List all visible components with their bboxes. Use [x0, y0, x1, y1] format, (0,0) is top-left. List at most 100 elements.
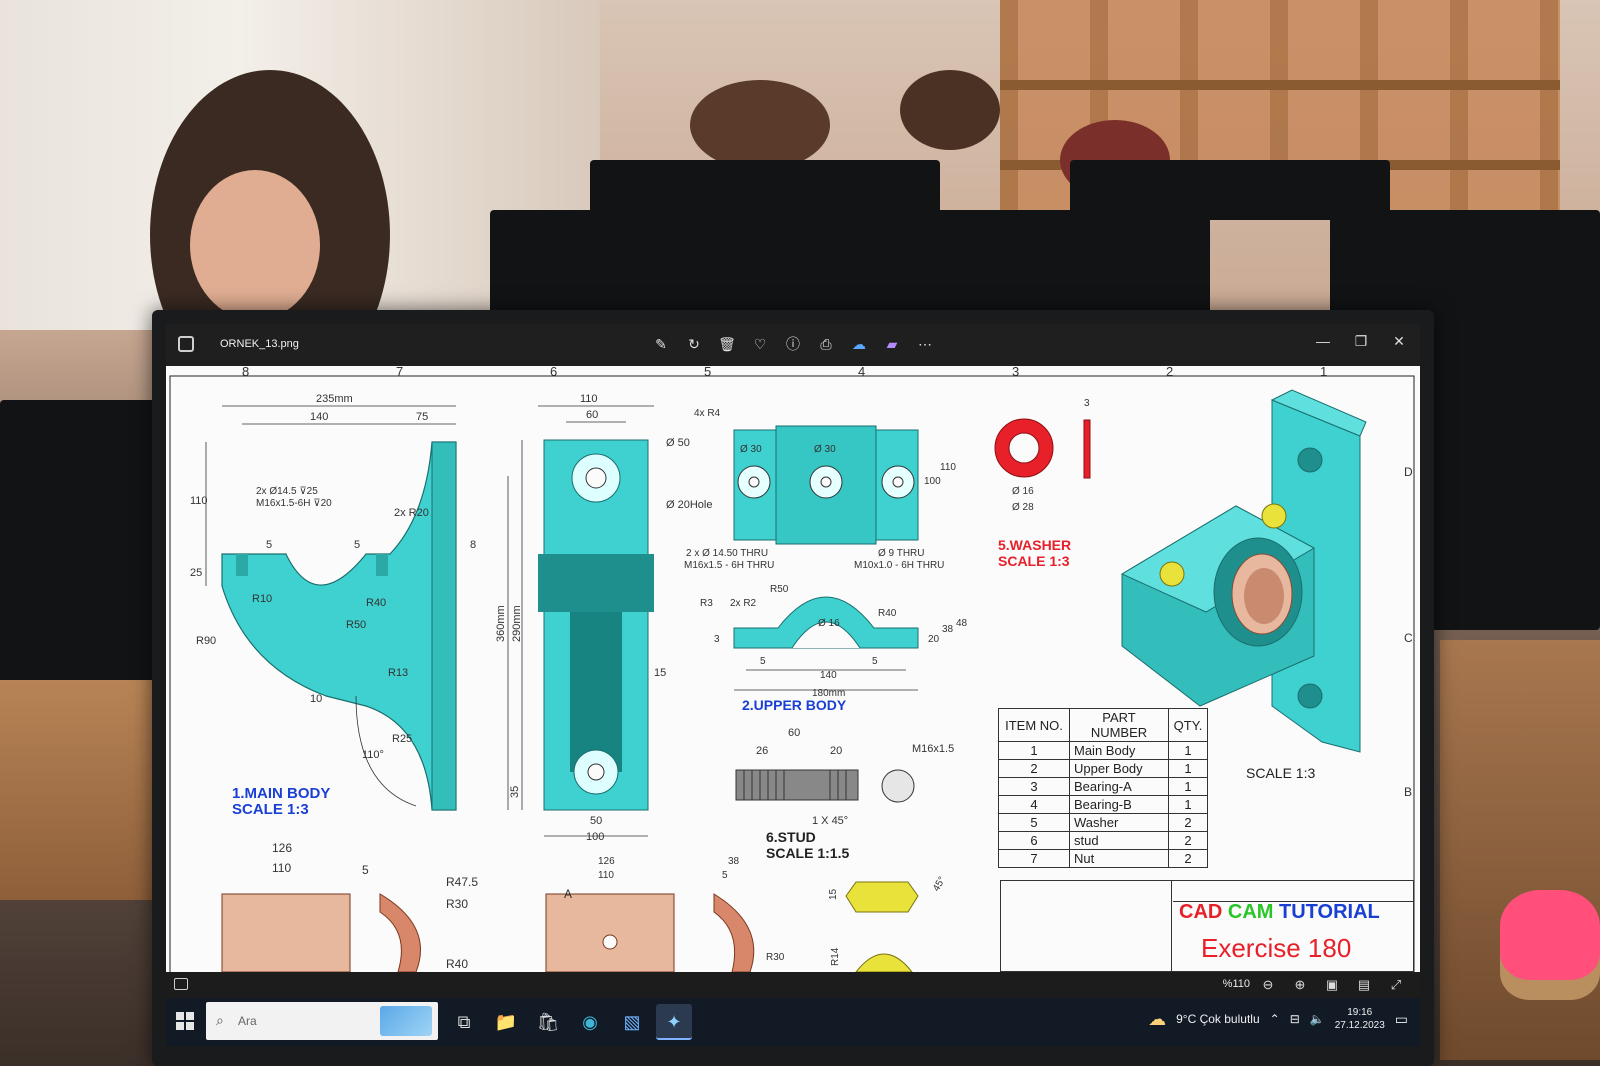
rotate-icon[interactable]: ↻	[683, 333, 705, 355]
dim-label: Ø 28	[1012, 502, 1034, 513]
main-body-view: 235mm 140 75 110 25 8 5 5 R90 R10 R40 R5…	[190, 393, 476, 818]
search-placeholder: Ara	[238, 1014, 257, 1028]
bom-qty: 1	[1168, 759, 1208, 778]
delete-icon[interactable]: 🗑	[716, 333, 738, 355]
dim-label: A	[564, 887, 572, 901]
dim-label: 110	[272, 861, 291, 875]
info-icon[interactable]: ⓘ	[782, 333, 804, 355]
dim-label: R3	[700, 598, 713, 609]
dim-label: 10	[310, 693, 322, 705]
bom-part-number: Upper Body	[1069, 759, 1169, 778]
dim-label: 110	[190, 495, 208, 507]
taskbar-search[interactable]: ⌕ Ara	[206, 1002, 438, 1040]
stud-view: 60 26 20 M16x1.5 1 X 45° 6.STUD SCALE 1:…	[735, 727, 954, 861]
photos-icon[interactable]: ✦	[656, 1004, 692, 1040]
bom-qty: 1	[1168, 777, 1208, 796]
dim-label: R40	[446, 957, 468, 971]
tutorial-text: TUTORIAL	[1279, 901, 1380, 923]
photoshop-icon[interactable]: ▧	[614, 1004, 650, 1040]
zone-number: 4	[858, 366, 865, 379]
dim-label: 45°	[931, 875, 948, 894]
bom-header: ITEM NO.	[998, 708, 1070, 742]
bom-row: 2 Upper Body 1	[998, 759, 1208, 778]
exercise-number: Exercise 180	[1201, 933, 1352, 963]
dim-label: 48	[956, 618, 968, 629]
fit-icon[interactable]: ▣	[1322, 975, 1342, 995]
student	[690, 80, 830, 170]
dim-label: 50	[590, 815, 602, 827]
edit-icon[interactable]: ✎	[650, 333, 672, 355]
dim-label: 2x R20	[394, 507, 429, 519]
dim-label: 126	[272, 841, 292, 855]
pink-object	[1500, 890, 1600, 980]
network-icon[interactable]: ⊟	[1290, 1012, 1300, 1026]
minimize-button[interactable]: —	[1312, 330, 1334, 352]
dim-label: 5	[362, 863, 369, 877]
dim-label: M16x1.5	[912, 743, 954, 755]
start-button[interactable]	[176, 1012, 194, 1030]
bom-part-number: Main Body	[1069, 741, 1169, 760]
bom-item-no: 6	[998, 831, 1070, 850]
shelf-row	[1000, 80, 1560, 90]
dim-label: 35	[509, 786, 521, 798]
washer-scale: SCALE 1:3	[998, 553, 1070, 569]
notification-icon[interactable]: ▭	[1395, 1011, 1408, 1028]
tutorial-title: CAD CAM TUTORIAL	[1179, 901, 1380, 924]
bom-row: 5 Washer 2	[998, 813, 1208, 832]
close-button[interactable]: ✕	[1388, 330, 1410, 352]
dim-label: 15	[828, 888, 839, 900]
dim-label: 3	[1084, 398, 1090, 409]
stud-scale: SCALE 1:1.5	[766, 845, 849, 861]
main-body-scale: SCALE 1:3	[232, 801, 309, 818]
title-block-header	[1173, 881, 1413, 902]
volume-icon[interactable]: 🔈	[1310, 1012, 1325, 1026]
dim-label: 110°	[362, 749, 384, 761]
filmstrip-icon[interactable]	[174, 978, 188, 990]
dim-label: 5	[354, 539, 360, 551]
weather-icon[interactable]: ☁	[1148, 1009, 1166, 1030]
zoom-out-icon[interactable]: ⊖	[1258, 975, 1278, 995]
zoom-level: %110	[1222, 978, 1250, 990]
cad-text: CAD	[1179, 901, 1223, 923]
more-icon[interactable]: ⋯	[914, 333, 936, 355]
bom-body: 1 Main Body 1 2 Upper Body 1 3 Bearing-A 1 4 Beari…	[998, 741, 1208, 868]
maximize-button[interactable]: ❐	[1350, 330, 1372, 352]
taskbar-apps: ⧉ 📁 🛍 ◉ ▧ ✦	[446, 1004, 692, 1040]
dim-label: 5	[760, 656, 766, 667]
dim-label: Ø 50	[666, 437, 690, 449]
dim-label: Ø 30	[814, 444, 836, 455]
tray-chevron-icon[interactable]: ⌃	[1270, 1012, 1280, 1026]
bom-row: 4 Bearing-B 1	[998, 795, 1208, 814]
fullscreen-icon[interactable]: ⤢	[1386, 975, 1406, 995]
zone-letter: C	[1404, 631, 1413, 645]
dim-label: R13	[388, 667, 408, 679]
bom-item-no: 5	[998, 813, 1070, 832]
monitor-screen: ORNEK_13.png ✎ ↻ 🗑 ♡ ⓘ ⎙ ☁ ▰ ⋯ — ❐ ✕ 8 7…	[166, 324, 1420, 1046]
print-icon[interactable]: ⎙	[815, 333, 837, 355]
file-explorer-icon[interactable]: 📁	[488, 1004, 524, 1040]
image-canvas[interactable]: 8 7 6 5 4 3 2 1 D C B A	[166, 366, 1420, 972]
zone-number: 1	[1320, 366, 1327, 379]
zone-number: 3	[1012, 366, 1019, 379]
clipchamp-icon[interactable]: ▰	[881, 333, 903, 355]
desk	[0, 680, 160, 900]
bom-qty: 1	[1168, 795, 1208, 814]
favorite-icon[interactable]: ♡	[749, 333, 771, 355]
clock[interactable]: 19:16 27.12.2023	[1335, 1006, 1385, 1032]
dim-label: 25	[190, 567, 202, 579]
dim-label: 140	[820, 670, 837, 681]
zoom-in-icon[interactable]: ⊕	[1290, 975, 1310, 995]
bom-header: QTY.	[1168, 708, 1208, 742]
onedrive-icon[interactable]: ☁	[848, 333, 870, 355]
store-icon[interactable]: 🛍	[530, 1004, 566, 1040]
bom-row: 3 Bearing-A 1	[998, 777, 1208, 796]
task-view-icon[interactable]: ⧉	[446, 1004, 482, 1040]
weather-text[interactable]: 9°C Çok bulutlu	[1176, 1012, 1260, 1026]
dim-label: 100	[586, 831, 604, 843]
actual-size-icon[interactable]: ▤	[1354, 975, 1374, 995]
hole-note: M10x1.0 - 6H THRU	[854, 560, 944, 571]
hole-note: 2 x Ø 14.50 THRU	[686, 548, 768, 559]
system-tray: ☁ 9°C Çok bulutlu ⌃ ⊟ 🔈 19:16 27.12.2023…	[1148, 1006, 1408, 1032]
dim-label: 20	[830, 745, 842, 757]
edge-icon[interactable]: ◉	[572, 1004, 608, 1040]
